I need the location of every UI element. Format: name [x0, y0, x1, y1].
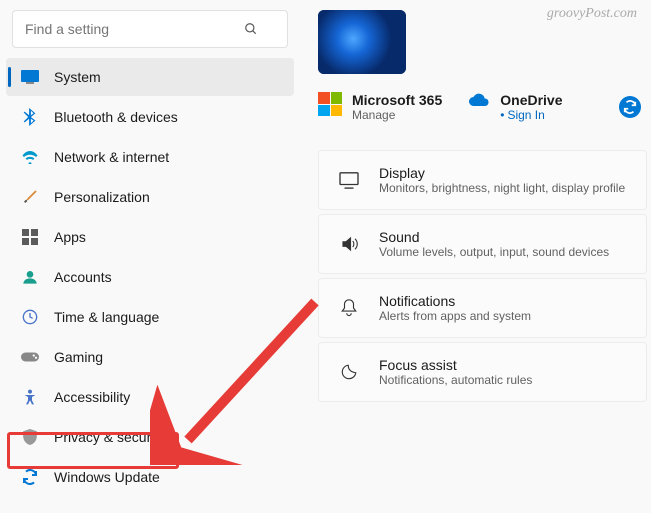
- panel-title: Display: [379, 165, 625, 181]
- account-row: Microsoft 365 Manage OneDrive •Sign In: [318, 92, 647, 122]
- update-icon: [20, 467, 40, 487]
- sidebar-item-gaming[interactable]: Gaming: [6, 338, 294, 376]
- sidebar-item-label: Apps: [54, 229, 86, 245]
- panel-sound[interactable]: Sound Volume levels, output, input, soun…: [318, 214, 647, 274]
- panel-display[interactable]: Display Monitors, brightness, night ligh…: [318, 150, 647, 210]
- accessibility-icon: [20, 387, 40, 407]
- watermark: groovyPost.com: [547, 6, 637, 22]
- account-title: Microsoft 365: [352, 92, 442, 108]
- sidebar-item-label: Privacy & security: [54, 429, 165, 445]
- person-icon: [20, 267, 40, 287]
- apps-icon: [20, 227, 40, 247]
- search-box[interactable]: [12, 10, 288, 48]
- panel-title: Focus assist: [379, 357, 532, 373]
- panel-sub: Volume levels, output, input, sound devi…: [379, 245, 609, 259]
- panel-notifications[interactable]: Notifications Alerts from apps and syste…: [318, 278, 647, 338]
- sidebar-item-time[interactable]: Time & language: [6, 298, 294, 336]
- moon-icon: [337, 360, 361, 384]
- sidebar-item-network[interactable]: Network & internet: [6, 138, 294, 176]
- account-sub: •Sign In: [500, 108, 562, 122]
- shield-icon: [20, 427, 40, 447]
- main-content: Microsoft 365 Manage OneDrive •Sign In D…: [300, 0, 651, 513]
- brush-icon: [20, 187, 40, 207]
- sidebar-item-system[interactable]: System: [6, 58, 294, 96]
- gaming-icon: [20, 347, 40, 367]
- search-input[interactable]: [25, 21, 241, 37]
- bluetooth-icon: [20, 107, 40, 127]
- sync-icon[interactable]: [619, 96, 641, 118]
- sidebar-item-label: Personalization: [54, 189, 150, 205]
- onedrive-card[interactable]: OneDrive •Sign In: [466, 92, 562, 122]
- microsoft-logo-icon: [318, 92, 342, 116]
- desktop-thumbnail: [318, 10, 406, 74]
- sidebar-item-label: Accessibility: [54, 389, 130, 405]
- panel-sub: Alerts from apps and system: [379, 309, 531, 323]
- microsoft-365-card[interactable]: Microsoft 365 Manage: [318, 92, 442, 122]
- settings-panel-list: Display Monitors, brightness, night ligh…: [318, 150, 647, 402]
- panel-title: Notifications: [379, 293, 531, 309]
- panel-title: Sound: [379, 229, 609, 245]
- cloud-icon: [466, 92, 490, 113]
- sidebar-item-label: Bluetooth & devices: [54, 109, 178, 125]
- panel-sub: Monitors, brightness, night light, displ…: [379, 181, 625, 195]
- account-sub: Manage: [352, 108, 442, 122]
- sidebar-item-apps[interactable]: Apps: [6, 218, 294, 256]
- sidebar-item-bluetooth[interactable]: Bluetooth & devices: [6, 98, 294, 136]
- sidebar-item-accessibility[interactable]: Accessibility: [6, 378, 294, 416]
- panel-sub: Notifications, automatic rules: [379, 373, 532, 387]
- sidebar-item-label: System: [54, 69, 101, 85]
- sidebar-item-update[interactable]: Windows Update: [6, 458, 294, 496]
- account-title: OneDrive: [500, 92, 562, 108]
- sidebar-item-label: Network & internet: [54, 149, 169, 165]
- panel-focus[interactable]: Focus assist Notifications, automatic ru…: [318, 342, 647, 402]
- sound-icon: [337, 232, 361, 256]
- sidebar-item-personalization[interactable]: Personalization: [6, 178, 294, 216]
- wifi-icon: [20, 147, 40, 167]
- system-icon: [20, 67, 40, 87]
- sidebar-item-label: Windows Update: [54, 469, 160, 485]
- sidebar-item-label: Accounts: [54, 269, 112, 285]
- sidebar: System Bluetooth & devices Network & int…: [0, 0, 300, 513]
- clock-icon: [20, 307, 40, 327]
- sidebar-item-privacy[interactable]: Privacy & security: [6, 418, 294, 456]
- display-icon: [337, 168, 361, 192]
- sidebar-item-accounts[interactable]: Accounts: [6, 258, 294, 296]
- bell-icon: [337, 296, 361, 320]
- sidebar-item-label: Gaming: [54, 349, 103, 365]
- sidebar-item-label: Time & language: [54, 309, 159, 325]
- search-icon: [241, 19, 261, 39]
